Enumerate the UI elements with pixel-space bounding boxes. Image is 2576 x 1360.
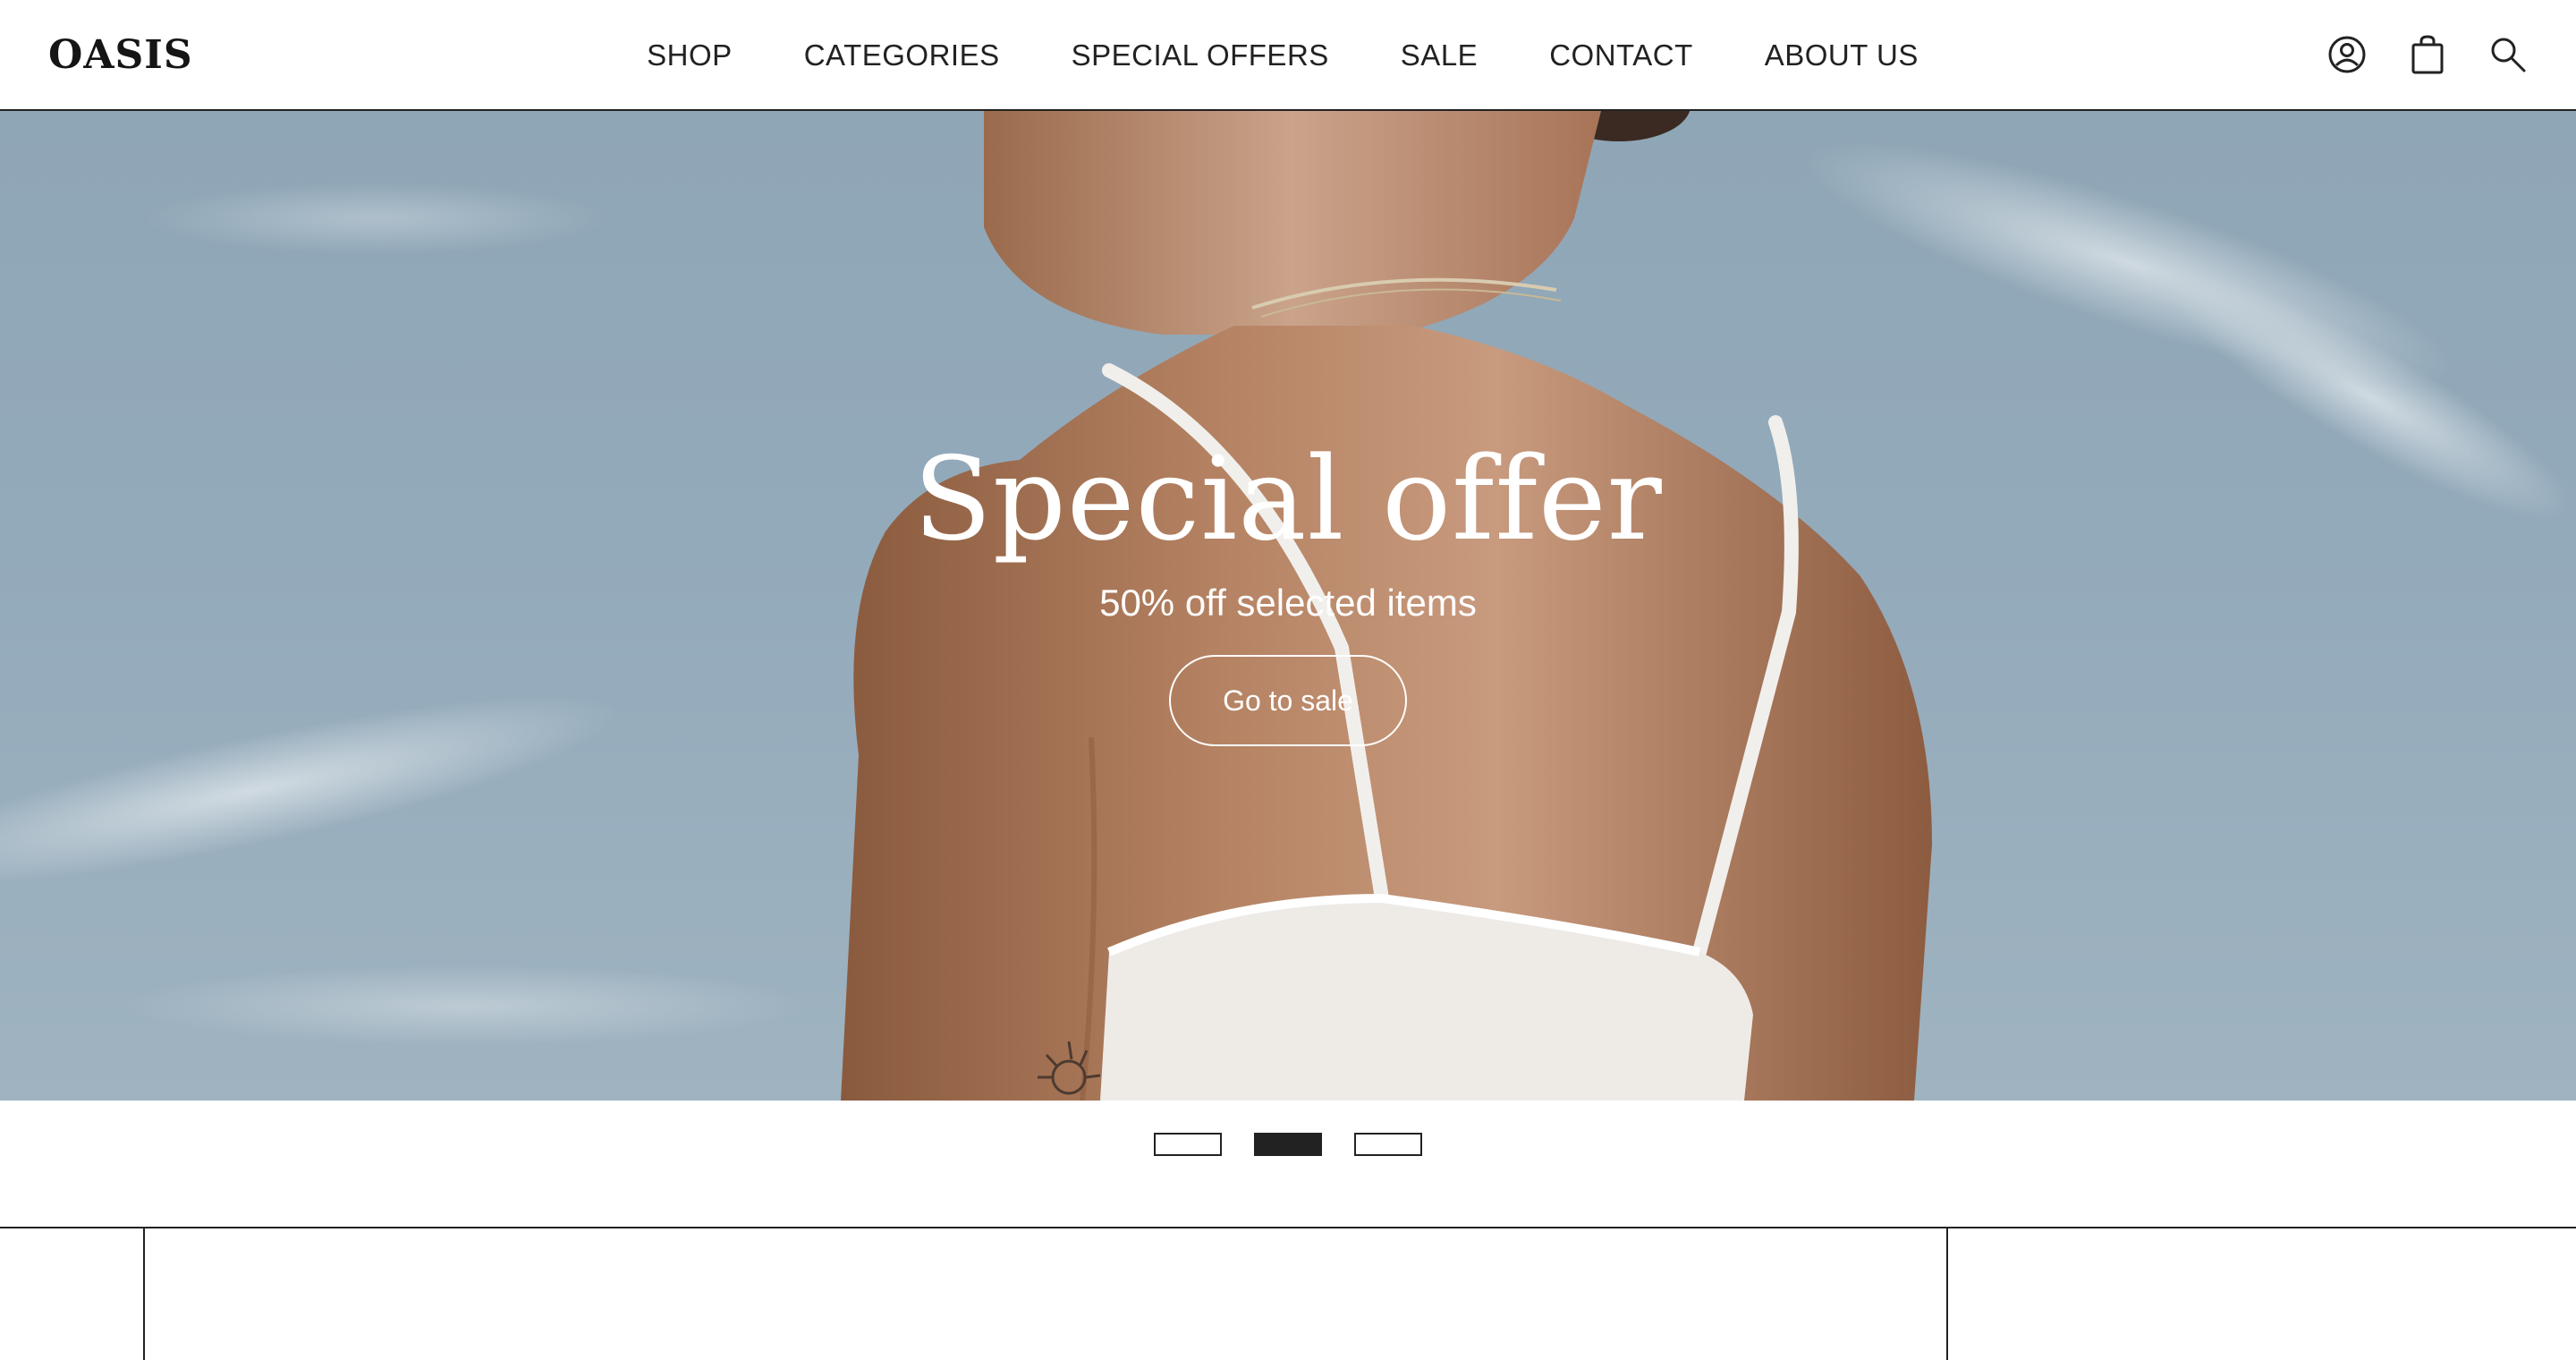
slider-dot-3[interactable]	[1354, 1133, 1422, 1156]
header-icons	[2327, 32, 2528, 77]
nav-item-shop[interactable]: SHOP	[647, 38, 733, 72]
hero-title: Special offer	[913, 433, 1663, 566]
hero-banner: Special offer 50% off selected items Go …	[0, 111, 2576, 1101]
column-divider-left	[143, 1228, 145, 1360]
site-header: OASIS SHOP CATEGORIES SPECIAL OFFERS SAL…	[0, 0, 2576, 111]
search-button[interactable]	[2488, 32, 2528, 77]
nav-item-sale[interactable]: SALE	[1401, 38, 1478, 72]
slider-dot-2[interactable]	[1254, 1133, 1322, 1156]
hero-subtitle: 50% off selected items	[1099, 582, 1477, 624]
section-divider	[0, 1227, 2576, 1228]
cart-button[interactable]	[2408, 32, 2447, 77]
account-icon	[2328, 36, 2366, 73]
nav-list: SHOP CATEGORIES SPECIAL OFFERS SALE CONT…	[647, 38, 1919, 72]
search-icon	[2491, 38, 2526, 72]
slider-pagination	[0, 1133, 2576, 1156]
nav-item-about-us[interactable]: ABOUT US	[1765, 38, 1919, 72]
brand-logo[interactable]: OASIS	[48, 30, 193, 81]
main-nav: SHOP CATEGORIES SPECIAL OFFERS SALE CONT…	[0, 0, 2576, 111]
go-to-sale-button[interactable]: Go to sale	[1169, 655, 1407, 746]
account-button[interactable]	[2327, 32, 2367, 77]
nav-item-special-offers[interactable]: SPECIAL OFFERS	[1072, 38, 1329, 72]
nav-item-contact[interactable]: CONTACT	[1549, 38, 1693, 72]
column-divider-right	[1946, 1228, 1948, 1360]
slider-dot-1[interactable]	[1154, 1133, 1222, 1156]
nav-item-categories[interactable]: CATEGORIES	[804, 38, 1000, 72]
hero-content: Special offer 50% off selected items Go …	[0, 433, 2576, 746]
shopping-bag-icon	[2411, 35, 2444, 74]
